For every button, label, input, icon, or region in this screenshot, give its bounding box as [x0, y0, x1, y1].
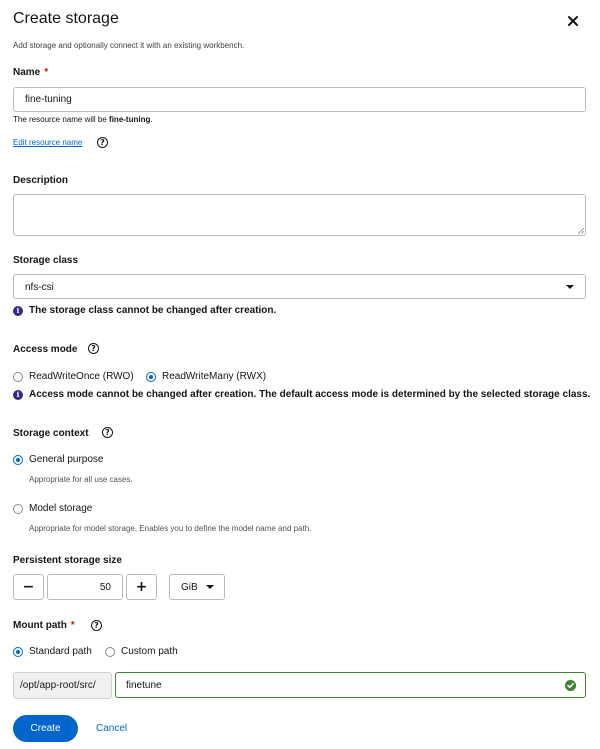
radio-general-purpose[interactable]: [13, 455, 23, 465]
storage-size-input[interactable]: [47, 574, 123, 600]
storage-class-label: Storage class: [13, 255, 79, 266]
access-mode-label: Access mode: [13, 344, 78, 355]
mount-path-label: Mount path *: [13, 620, 75, 631]
unit-value: GiB: [181, 582, 198, 593]
description-textarea[interactable]: [13, 194, 586, 236]
access-mode-info: Access mode cannot be changed after crea…: [29, 389, 591, 400]
help-icon[interactable]: ?: [102, 427, 113, 438]
modal-subtitle: Add storage and optionally connect it wi…: [13, 41, 245, 50]
name-input[interactable]: [13, 87, 586, 112]
name-label: Name *: [13, 67, 49, 78]
mount-path-value: finetune: [126, 680, 162, 691]
radio-label-custom-path[interactable]: Custom path: [121, 646, 178, 657]
help-icon[interactable]: ?: [97, 137, 108, 148]
radio-rwx[interactable]: [146, 372, 156, 382]
required-mark: *: [70, 620, 75, 631]
radio-model-storage[interactable]: [13, 504, 23, 514]
radio-label-rwo[interactable]: ReadWriteOnce (RWO): [29, 371, 134, 382]
radio-custom-path[interactable]: [105, 647, 115, 657]
model-storage-description: Appropriate for model storage. Enables y…: [29, 524, 312, 533]
radio-label-rwx[interactable]: ReadWriteMany (RWX): [162, 371, 266, 382]
check-circle-icon: [565, 680, 576, 691]
modal-title: Create storage: [13, 10, 119, 27]
create-button[interactable]: Create: [13, 715, 78, 742]
radio-label-standard-path[interactable]: Standard path: [29, 646, 92, 657]
general-purpose-description: Appropriate for all use cases.: [29, 475, 133, 484]
mount-path-prefix: /opt/app-root/src/: [13, 672, 112, 699]
caret-down-icon: [566, 285, 574, 289]
help-icon[interactable]: ?: [91, 620, 102, 631]
info-icon: i: [13, 306, 23, 316]
radio-label-general-purpose[interactable]: General purpose: [29, 454, 104, 465]
name-hint: The resource name will be fine-tuning.: [13, 115, 153, 124]
decrement-button[interactable]: −: [13, 574, 44, 600]
storage-size-label: Persistent storage size: [13, 555, 122, 566]
radio-label-model-storage[interactable]: Model storage: [29, 503, 92, 514]
storage-context-label: Storage context: [13, 428, 89, 439]
storage-class-info: The storage class cannot be changed afte…: [29, 305, 277, 316]
help-icon[interactable]: ?: [88, 343, 99, 354]
name-hint-resource: fine-tuning: [109, 115, 151, 124]
required-mark: *: [44, 67, 49, 78]
cancel-button[interactable]: Cancel: [96, 723, 127, 734]
edit-resource-name-link[interactable]: Edit resource name: [13, 138, 82, 147]
storage-class-select[interactable]: nfs-csi: [13, 274, 586, 299]
increment-button[interactable]: +: [126, 574, 157, 600]
mount-path-input[interactable]: finetune: [115, 672, 586, 698]
resize-grip-icon[interactable]: [578, 228, 584, 234]
caret-down-icon: [206, 585, 214, 589]
storage-class-value: nfs-csi: [25, 282, 54, 293]
radio-rwo[interactable]: [13, 372, 23, 382]
info-icon: i: [13, 390, 23, 400]
unit-select[interactable]: GiB: [169, 574, 225, 600]
radio-standard-path[interactable]: [13, 647, 23, 657]
close-icon[interactable]: [566, 14, 580, 28]
description-label: Description: [13, 175, 69, 186]
